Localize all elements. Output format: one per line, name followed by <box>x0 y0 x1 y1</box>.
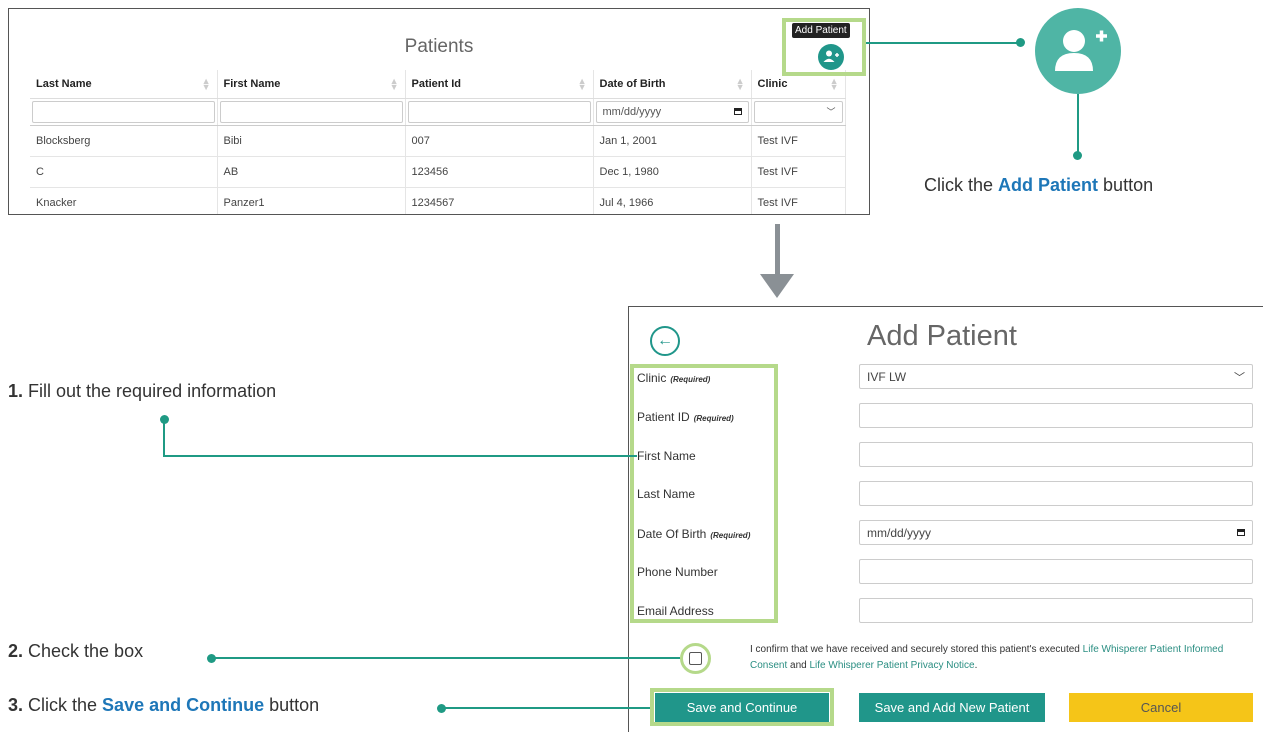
filter-first-name-input[interactable] <box>219 100 403 123</box>
calendar-icon[interactable] <box>733 108 742 115</box>
form-title: Add Patient <box>867 320 1017 352</box>
email-address-label: Email Address <box>637 604 714 618</box>
connector-line <box>163 420 165 457</box>
consent-checkbox[interactable] <box>689 652 702 665</box>
last-name-input[interactable] <box>859 481 1253 506</box>
down-arrow-head <box>760 274 794 298</box>
connector-line <box>866 42 1022 44</box>
sort-icon: ▲ ▼ <box>389 76 399 92</box>
table-row[interactable]: C AB 123456 Dec 1, 1980 Test IVF <box>30 156 846 188</box>
sort-icon: ▲ ▼ <box>735 76 745 92</box>
connector-line <box>1077 94 1079 156</box>
date-of-birth-label: Date Of Birth (Required) <box>637 527 751 541</box>
callout-step-3: 3. Click the Save and Continue button <box>8 695 320 715</box>
column-header-last-name[interactable]: Last Name ▲ ▼ <box>30 70 218 99</box>
email-address-input[interactable] <box>859 598 1253 623</box>
filter-clinic-select[interactable]: ﹀ <box>753 100 843 123</box>
connector-dot <box>1016 38 1025 47</box>
save-and-continue-button[interactable]: Save and Continue <box>655 693 829 722</box>
phone-number-label: Phone Number <box>637 565 718 579</box>
add-patient-tooltip: Add Patient <box>792 23 850 38</box>
column-header-first-name[interactable]: First Name ▲ ▼ <box>217 70 406 99</box>
last-name-label: Last Name <box>637 487 696 501</box>
callout-add-patient: Click the Add Patient button <box>924 175 1154 195</box>
column-header-patient-id[interactable]: Patient Id ▲ ▼ <box>405 70 594 99</box>
add-user-icon <box>1035 8 1121 94</box>
filter-last-name-input[interactable] <box>32 100 215 123</box>
callout-step-1: 1. Fill out the required information <box>8 381 277 401</box>
first-name-label: First Name <box>637 449 696 463</box>
cancel-button[interactable]: Cancel <box>1069 693 1253 722</box>
privacy-notice-link[interactable]: Life Whisperer Patient Privacy Notice <box>810 660 975 671</box>
patient-id-input[interactable] <box>859 403 1253 428</box>
page-title: Patients <box>404 36 474 57</box>
table-row[interactable]: Knacker Panzer1 1234567 Jul 4, 1966 Test… <box>30 187 846 214</box>
connector-line <box>212 657 680 659</box>
callout-step-2: 2. Check the box <box>8 641 144 661</box>
table-row[interactable]: Blocksberg Bibi 007 Jan 1, 2001 Test IVF <box>30 125 846 157</box>
first-name-input[interactable] <box>859 442 1253 467</box>
clinic-label: Clinic (Required) <box>637 371 711 385</box>
phone-number-input[interactable] <box>859 559 1253 584</box>
chevron-down-icon: ﹀ <box>826 107 836 117</box>
connector-dot <box>1073 151 1082 160</box>
sort-icon: ▲ ▼ <box>577 76 587 92</box>
patient-id-label: Patient ID (Required) <box>637 410 734 424</box>
back-arrow-icon[interactable]: ← <box>650 326 680 356</box>
connector-line <box>163 455 637 457</box>
chevron-down-icon: ﹀ <box>1234 371 1245 384</box>
consent-text: I confirm that we have received and secu… <box>750 644 1224 671</box>
sort-icon: ▲ ▼ <box>829 76 839 92</box>
calendar-icon[interactable] <box>1237 529 1245 536</box>
patients-panel: Patients Last Name ▲ ▼ First Name ▲ ▼ Patien… <box>8 8 870 215</box>
date-of-birth-input[interactable]: mm/dd/yyyy <box>859 520 1253 545</box>
add-patient-button[interactable] <box>818 44 844 70</box>
save-and-add-new-patient-button[interactable]: Save and Add New Patient <box>859 693 1045 722</box>
filter-date-of-birth-input[interactable]: mm/dd/yyyy <box>595 100 749 123</box>
sort-icon: ▲ ▼ <box>201 76 211 92</box>
column-header-date-of-birth[interactable]: Date of Birth ▲ ▼ <box>593 70 752 99</box>
clinic-select[interactable]: IVF LW ﹀ <box>859 364 1253 389</box>
patients-table: Last Name ▲ ▼ First Name ▲ ▼ Patient Id ▲ ▼ Da… <box>30 70 846 214</box>
filter-patient-id-input[interactable] <box>407 100 591 123</box>
connector-line <box>442 707 650 709</box>
add-user-icon <box>823 50 839 62</box>
down-arrow <box>775 224 780 276</box>
